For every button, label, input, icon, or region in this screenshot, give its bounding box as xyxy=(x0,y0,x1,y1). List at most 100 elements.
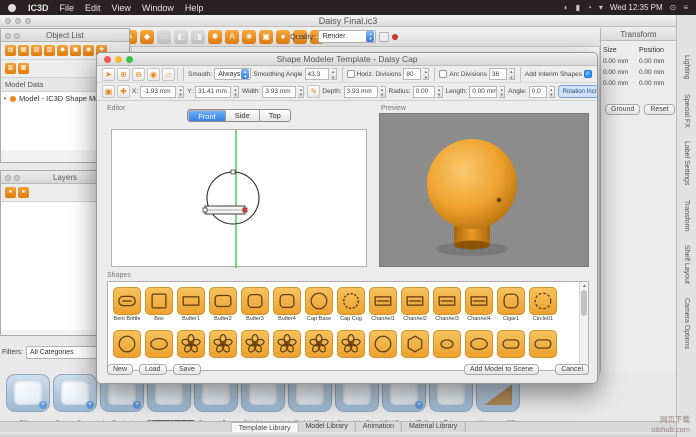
dialog-tool-icon[interactable]: ◉ xyxy=(147,68,160,81)
menu-edit[interactable]: Edit xyxy=(85,3,101,13)
menu-view[interactable]: View xyxy=(112,3,131,13)
scroll-up-icon[interactable]: ▲ xyxy=(580,283,589,289)
pen-tool-icon[interactable]: ✎ xyxy=(307,85,320,98)
shape-tile[interactable] xyxy=(369,330,397,358)
shape-tile[interactable]: Butter3 xyxy=(241,287,269,322)
object-list-tool-icon[interactable]: ▧ xyxy=(31,45,42,56)
dialog-close-button[interactable] xyxy=(104,56,111,63)
shape-tile[interactable]: Channel3 xyxy=(433,287,461,322)
depth-field[interactable]: 3.93 mm xyxy=(344,86,378,98)
toolbar-icon[interactable]: ◨ xyxy=(191,30,205,44)
add-interim-shapes-checkbox[interactable]: ✓ xyxy=(584,70,592,78)
arc-divisions-checkbox[interactable] xyxy=(439,70,447,78)
shape-tile[interactable]: Cap Cog xyxy=(337,287,365,322)
shape-tile[interactable]: Bent Bottle xyxy=(113,287,141,322)
save-button[interactable]: Save xyxy=(173,364,201,375)
smooth-select[interactable]: Always ▲▼ xyxy=(214,68,251,80)
load-button[interactable]: Load xyxy=(139,364,167,375)
dialog-tool-icon[interactable]: ← xyxy=(177,68,179,81)
scrollbar-thumb[interactable] xyxy=(581,290,587,316)
toolbar-icon[interactable]: ✱ xyxy=(208,30,222,44)
toolbar-icon[interactable]: ◆ xyxy=(140,30,154,44)
volume-icon[interactable]: ▾ xyxy=(599,3,603,12)
render-options-button[interactable] xyxy=(379,32,389,42)
horiz-divisions-checkbox[interactable] xyxy=(347,70,355,78)
shape-tile[interactable]: Cap Base xyxy=(305,287,333,322)
profile-editor-canvas[interactable] xyxy=(111,129,367,267)
shape-tile[interactable]: Butter2 xyxy=(209,287,237,322)
menu-clock[interactable]: Wed 12:35 PM xyxy=(610,3,663,12)
layers-tool-icon[interactable]: ● xyxy=(18,187,29,198)
shape-tile[interactable] xyxy=(273,330,301,358)
menu-window[interactable]: Window xyxy=(142,3,174,13)
toolbar-icon[interactable]: ◧ xyxy=(174,30,188,44)
spotlight-icon[interactable]: ⊙ xyxy=(670,3,677,12)
shape-tile[interactable]: Channel4 xyxy=(465,287,493,322)
side-tab[interactable]: Label Settings xyxy=(683,141,690,185)
add-model-to-scene-button[interactable]: Add Model to Scene xyxy=(464,364,539,375)
panel-close-button[interactable] xyxy=(5,175,11,181)
dialog-tool-icon[interactable]: ▱ xyxy=(162,68,175,81)
shape-tile[interactable]: Cigar1 xyxy=(497,287,525,322)
side-tab[interactable]: Transform xyxy=(683,200,690,232)
view-tab[interactable]: Side xyxy=(226,110,260,121)
width-field[interactable]: 3.93 mm xyxy=(262,86,296,98)
dialog-tool-icon[interactable]: ➤ xyxy=(102,68,115,81)
dialog-tool-icon[interactable]: ⊖ xyxy=(132,68,145,81)
radius-field[interactable]: 0.00 xyxy=(413,86,435,98)
shape-tile[interactable]: Channel2 xyxy=(401,287,429,322)
layers-tool-icon[interactable]: ● xyxy=(5,187,16,198)
menu-help[interactable]: Help xyxy=(185,3,204,13)
object-list-tool-icon[interactable]: ▣ xyxy=(70,45,81,56)
dialog-minimize-button[interactable] xyxy=(115,56,122,63)
panel-collapse-button[interactable] xyxy=(14,33,20,39)
toolbar-icon[interactable]: ● xyxy=(276,30,290,44)
side-tab[interactable]: Shelf Layout xyxy=(683,245,690,284)
rotation-increment-button[interactable]: Rotation Increment xyxy=(558,85,597,98)
battery-icon[interactable]: ▮ xyxy=(576,3,580,12)
shape-tile[interactable] xyxy=(305,330,333,358)
toolbar-icon[interactable]: ▭ xyxy=(157,30,171,44)
quality-select[interactable]: Render ▲▼ xyxy=(318,30,376,43)
clock-icon[interactable]: ◔ xyxy=(587,3,592,12)
shape-tile[interactable] xyxy=(113,330,141,358)
shape-tile[interactable]: Butter1 xyxy=(177,287,205,322)
shape-fill-tool-icon[interactable]: ▣ xyxy=(102,85,115,98)
shapes-scrollbar[interactable]: ▲ ▼ xyxy=(579,282,588,370)
app-menu[interactable]: IC3D xyxy=(28,3,49,13)
status-icon[interactable]: ◐ xyxy=(564,3,569,12)
shape-tile[interactable] xyxy=(241,330,269,358)
shape-tile[interactable]: Channel1 xyxy=(369,287,397,322)
y-field[interactable]: 31.41 mm xyxy=(195,86,231,98)
shape-tile[interactable] xyxy=(529,330,557,358)
object-list-tool-icon[interactable]: ◆ xyxy=(57,45,68,56)
shape-tile[interactable] xyxy=(337,330,365,358)
panel-collapse-button[interactable] xyxy=(14,175,20,181)
object-list-tool-icon[interactable]: ▦ xyxy=(18,63,29,74)
shape-tile[interactable] xyxy=(209,330,237,358)
move-tool-icon[interactable]: ✚ xyxy=(117,85,130,98)
length-field[interactable]: 0.00 mm xyxy=(469,86,497,98)
shape-tile[interactable] xyxy=(465,330,493,358)
object-list-tool-icon[interactable]: ▥ xyxy=(5,63,16,74)
side-tab[interactable]: Special FX xyxy=(683,94,690,128)
arc-divisions-field[interactable]: 36 xyxy=(489,68,507,80)
angle-field[interactable]: 0.0 xyxy=(529,86,547,98)
apple-menu-icon[interactable] xyxy=(8,4,16,12)
side-tab[interactable]: Camera Options xyxy=(683,298,690,349)
shape-tile[interactable] xyxy=(497,330,525,358)
reset-button[interactable]: Reset xyxy=(644,104,674,115)
dialog-tool-icon[interactable]: ⊕ xyxy=(117,68,130,81)
cancel-button[interactable]: Cancel xyxy=(555,364,589,375)
shape-tile[interactable] xyxy=(177,330,205,358)
toolbar-icon[interactable]: ❀ xyxy=(242,30,256,44)
side-tab[interactable]: Lighting xyxy=(683,55,690,80)
shape-tile[interactable] xyxy=(145,330,173,358)
notification-center-icon[interactable]: ≡ xyxy=(683,3,688,12)
toolbar-icon[interactable]: ▣ xyxy=(259,30,273,44)
smoothing-angle-field[interactable]: 43.3 xyxy=(305,68,329,80)
object-list-tool-icon[interactable]: ▦ xyxy=(18,45,29,56)
shape-tile[interactable]: Circle01 xyxy=(529,287,557,322)
x-field[interactable]: -1.93 mm xyxy=(140,86,176,98)
object-list-tool-icon[interactable]: ◉ xyxy=(83,45,94,56)
